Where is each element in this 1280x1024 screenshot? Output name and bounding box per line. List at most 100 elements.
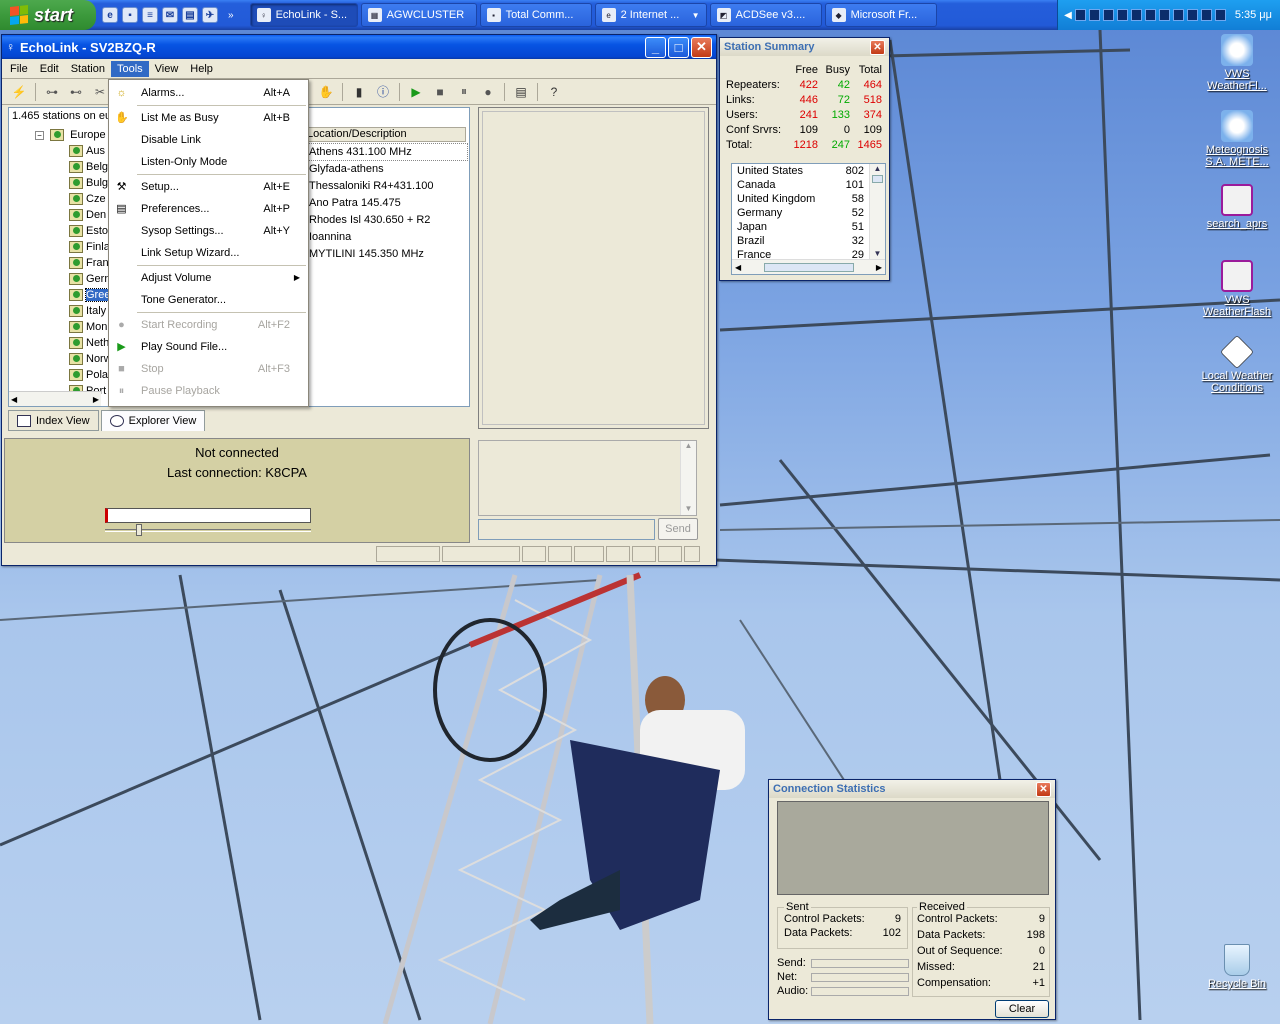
tray-icon[interactable] (1158, 9, 1170, 21)
desktop-icon-vws-weatherflash-1[interactable]: VWS WeatherFl... (1197, 34, 1277, 92)
menu-item-preferences[interactable]: ▤ Preferences... Alt+P (109, 198, 308, 220)
echolink-titlebar[interactable]: ♀ EchoLink - SV2BZQ-R _ □ ✕ (2, 35, 716, 59)
chat-log[interactable]: ▲ ▼ (478, 440, 697, 516)
menu-item-disable-link[interactable]: Disable Link (109, 129, 308, 151)
task-internet[interactable]: e 2 Internet ... ▼ (594, 3, 707, 27)
tree-node-country[interactable]: Aus (69, 143, 105, 159)
station-row[interactable]: MYTILINI 145.350 MHz (307, 246, 467, 262)
chat-scrollbar[interactable]: ▲ ▼ (680, 441, 696, 515)
country-row[interactable]: Germany 52 (737, 207, 864, 221)
tree-node-country[interactable]: Italy (69, 303, 106, 319)
menu-item-link-setup-wizard[interactable]: Link Setup Wizard... (109, 242, 308, 264)
tree-node-country[interactable]: Den (69, 207, 106, 223)
disconnect-icon[interactable]: ⊷ (65, 82, 87, 102)
close-button[interactable]: ✕ (1036, 781, 1051, 797)
station-row[interactable]: Athens 431.100 MHz (306, 143, 468, 161)
station-summary-titlebar[interactable]: Station Summary ✕ (720, 38, 889, 56)
station-row[interactable]: Ano Patra 145.475 (307, 195, 467, 211)
scroll-left-icon[interactable]: ◀ (735, 263, 741, 272)
send-button[interactable]: Send (658, 518, 698, 540)
menu-file[interactable]: File (4, 61, 34, 77)
scroll-right-icon[interactable]: ▶ (876, 263, 882, 272)
menu-station[interactable]: Station (65, 61, 111, 77)
expand-quicklaunch-icon[interactable]: » (228, 10, 234, 21)
menu-view[interactable]: View (149, 61, 185, 77)
floppy-icon[interactable]: ▪ (122, 7, 138, 23)
scroll-up-icon[interactable]: ▲ (681, 441, 696, 450)
tray-icon[interactable] (1186, 9, 1198, 21)
start-button[interactable]: start (0, 0, 96, 30)
tray-icon[interactable] (1102, 9, 1114, 21)
scroll-down-icon[interactable]: ▼ (870, 249, 885, 258)
hand-icon[interactable]: ✋ (315, 82, 337, 102)
satellite-icon[interactable]: ✈ (202, 7, 218, 23)
stop-icon[interactable]: ■ (429, 82, 451, 102)
collapse-icon[interactable]: − (35, 131, 44, 140)
program-icon[interactable]: ≡ (142, 7, 158, 23)
scroll-right-icon[interactable]: ▶ (93, 395, 99, 404)
tree-node-country[interactable]: Fran (69, 255, 109, 271)
tree-node-country[interactable]: Bulg (69, 175, 108, 191)
maximize-button[interactable]: □ (668, 36, 689, 58)
close-button[interactable]: ✕ (870, 39, 885, 55)
pause-icon[interactable]: ⏸ (453, 82, 475, 102)
tree-node-europe[interactable]: − Europe (35, 127, 106, 143)
scroll-up-icon[interactable]: ▲ (870, 164, 885, 173)
tree-node-country[interactable]: Pola (69, 367, 108, 383)
mail-icon[interactable]: ✉ (162, 7, 178, 23)
menu-item-play-sound-file[interactable]: ▶ Play Sound File... (109, 336, 308, 358)
scroll-down-icon[interactable]: ▼ (681, 504, 696, 513)
clear-button[interactable]: Clear (995, 1000, 1049, 1018)
tray-icon[interactable] (1214, 9, 1226, 21)
clock[interactable]: 5:35 μμ (1235, 9, 1272, 21)
country-list-hscroll[interactable]: ◀ ▶ (732, 259, 885, 274)
tray-icon[interactable] (1144, 9, 1156, 21)
country-list[interactable]: United States 802 Canada 101 United Kingdom 5… (731, 163, 886, 275)
bar-chart-icon[interactable]: ▮ (348, 82, 370, 102)
country-row[interactable]: Japan 51 (737, 221, 864, 235)
ie-icon[interactable]: e (102, 7, 118, 23)
task-acdsee[interactable]: ◩ ACDSee v3.... (709, 3, 822, 27)
station-row[interactable]: Rhodes Isl 430.650 + R2 (307, 212, 467, 228)
menu-item-listen-only-mode[interactable]: Listen-Only Mode (109, 151, 308, 173)
country-row[interactable]: United Kingdom 58 (737, 193, 864, 207)
tree-node-country[interactable]: Esto (69, 223, 108, 239)
printer-icon[interactable]: ▤ (510, 82, 532, 102)
tab-explorer-view[interactable]: Explorer View (100, 410, 206, 431)
connection-stats-titlebar[interactable]: Connection Statistics ✕ (769, 780, 1055, 798)
scroll-thumb[interactable] (763, 262, 854, 272)
record-icon[interactable]: ● (477, 82, 499, 102)
tree-node-country[interactable]: Gree (69, 287, 112, 303)
menu-item-alarms[interactable]: ☼ Alarms... Alt+A (109, 82, 308, 104)
desktop-icon-recycle-bin[interactable]: Recycle Bin (1197, 944, 1277, 990)
tree-node-country[interactable]: Belg (69, 159, 108, 175)
tree-node-country[interactable]: Gerr (69, 271, 108, 287)
minimize-button[interactable]: _ (645, 36, 666, 58)
menu-item-sysop-settings[interactable]: Sysop Settings... Alt+Y (109, 220, 308, 242)
desktop-icon-vws-weatherflash-2[interactable]: VWS WeatherFlash (1197, 260, 1277, 318)
country-row[interactable]: Brazil 32 (737, 235, 864, 249)
menu-item-setup[interactable]: ⚒ Setup... Alt+E (109, 176, 308, 198)
task-echolink[interactable]: ♀ EchoLink - S... (249, 3, 358, 27)
country-row[interactable]: Canada 101 (737, 179, 864, 193)
country-row[interactable]: United States 802 (737, 165, 864, 179)
menu-edit[interactable]: Edit (34, 61, 65, 77)
task-microsoft-frontpage[interactable]: ◆ Microsoft Fr... (824, 3, 937, 27)
menu-help[interactable]: Help (184, 61, 219, 77)
info-icon[interactable]: ⓘ (372, 82, 394, 102)
tree-horizontal-scrollbar[interactable]: ◀ ▶ (9, 391, 101, 406)
scroll-thumb[interactable] (872, 175, 883, 183)
task-agwcluster[interactable]: ▦ AGWCLUSTER (360, 3, 477, 27)
squelch-slider-thumb[interactable] (136, 524, 142, 536)
desktop-icon-local-weather[interactable]: Local Weather Conditions (1197, 335, 1277, 394)
printer-icon[interactable]: ▤ (182, 7, 198, 23)
chat-input[interactable] (478, 519, 655, 540)
tree-node-country[interactable]: Norw (69, 351, 112, 367)
desktop-icon-search-aprs[interactable]: search_aprs (1197, 184, 1277, 230)
tree-node-country[interactable]: Neth (69, 335, 109, 351)
tree-node-country[interactable]: Mon (69, 319, 107, 335)
tree-node-country[interactable]: Cze (69, 191, 106, 207)
tray-icon[interactable] (1172, 9, 1184, 21)
column-header-location[interactable]: Location/Description (298, 127, 466, 142)
play-icon[interactable]: ▶ (405, 82, 427, 102)
